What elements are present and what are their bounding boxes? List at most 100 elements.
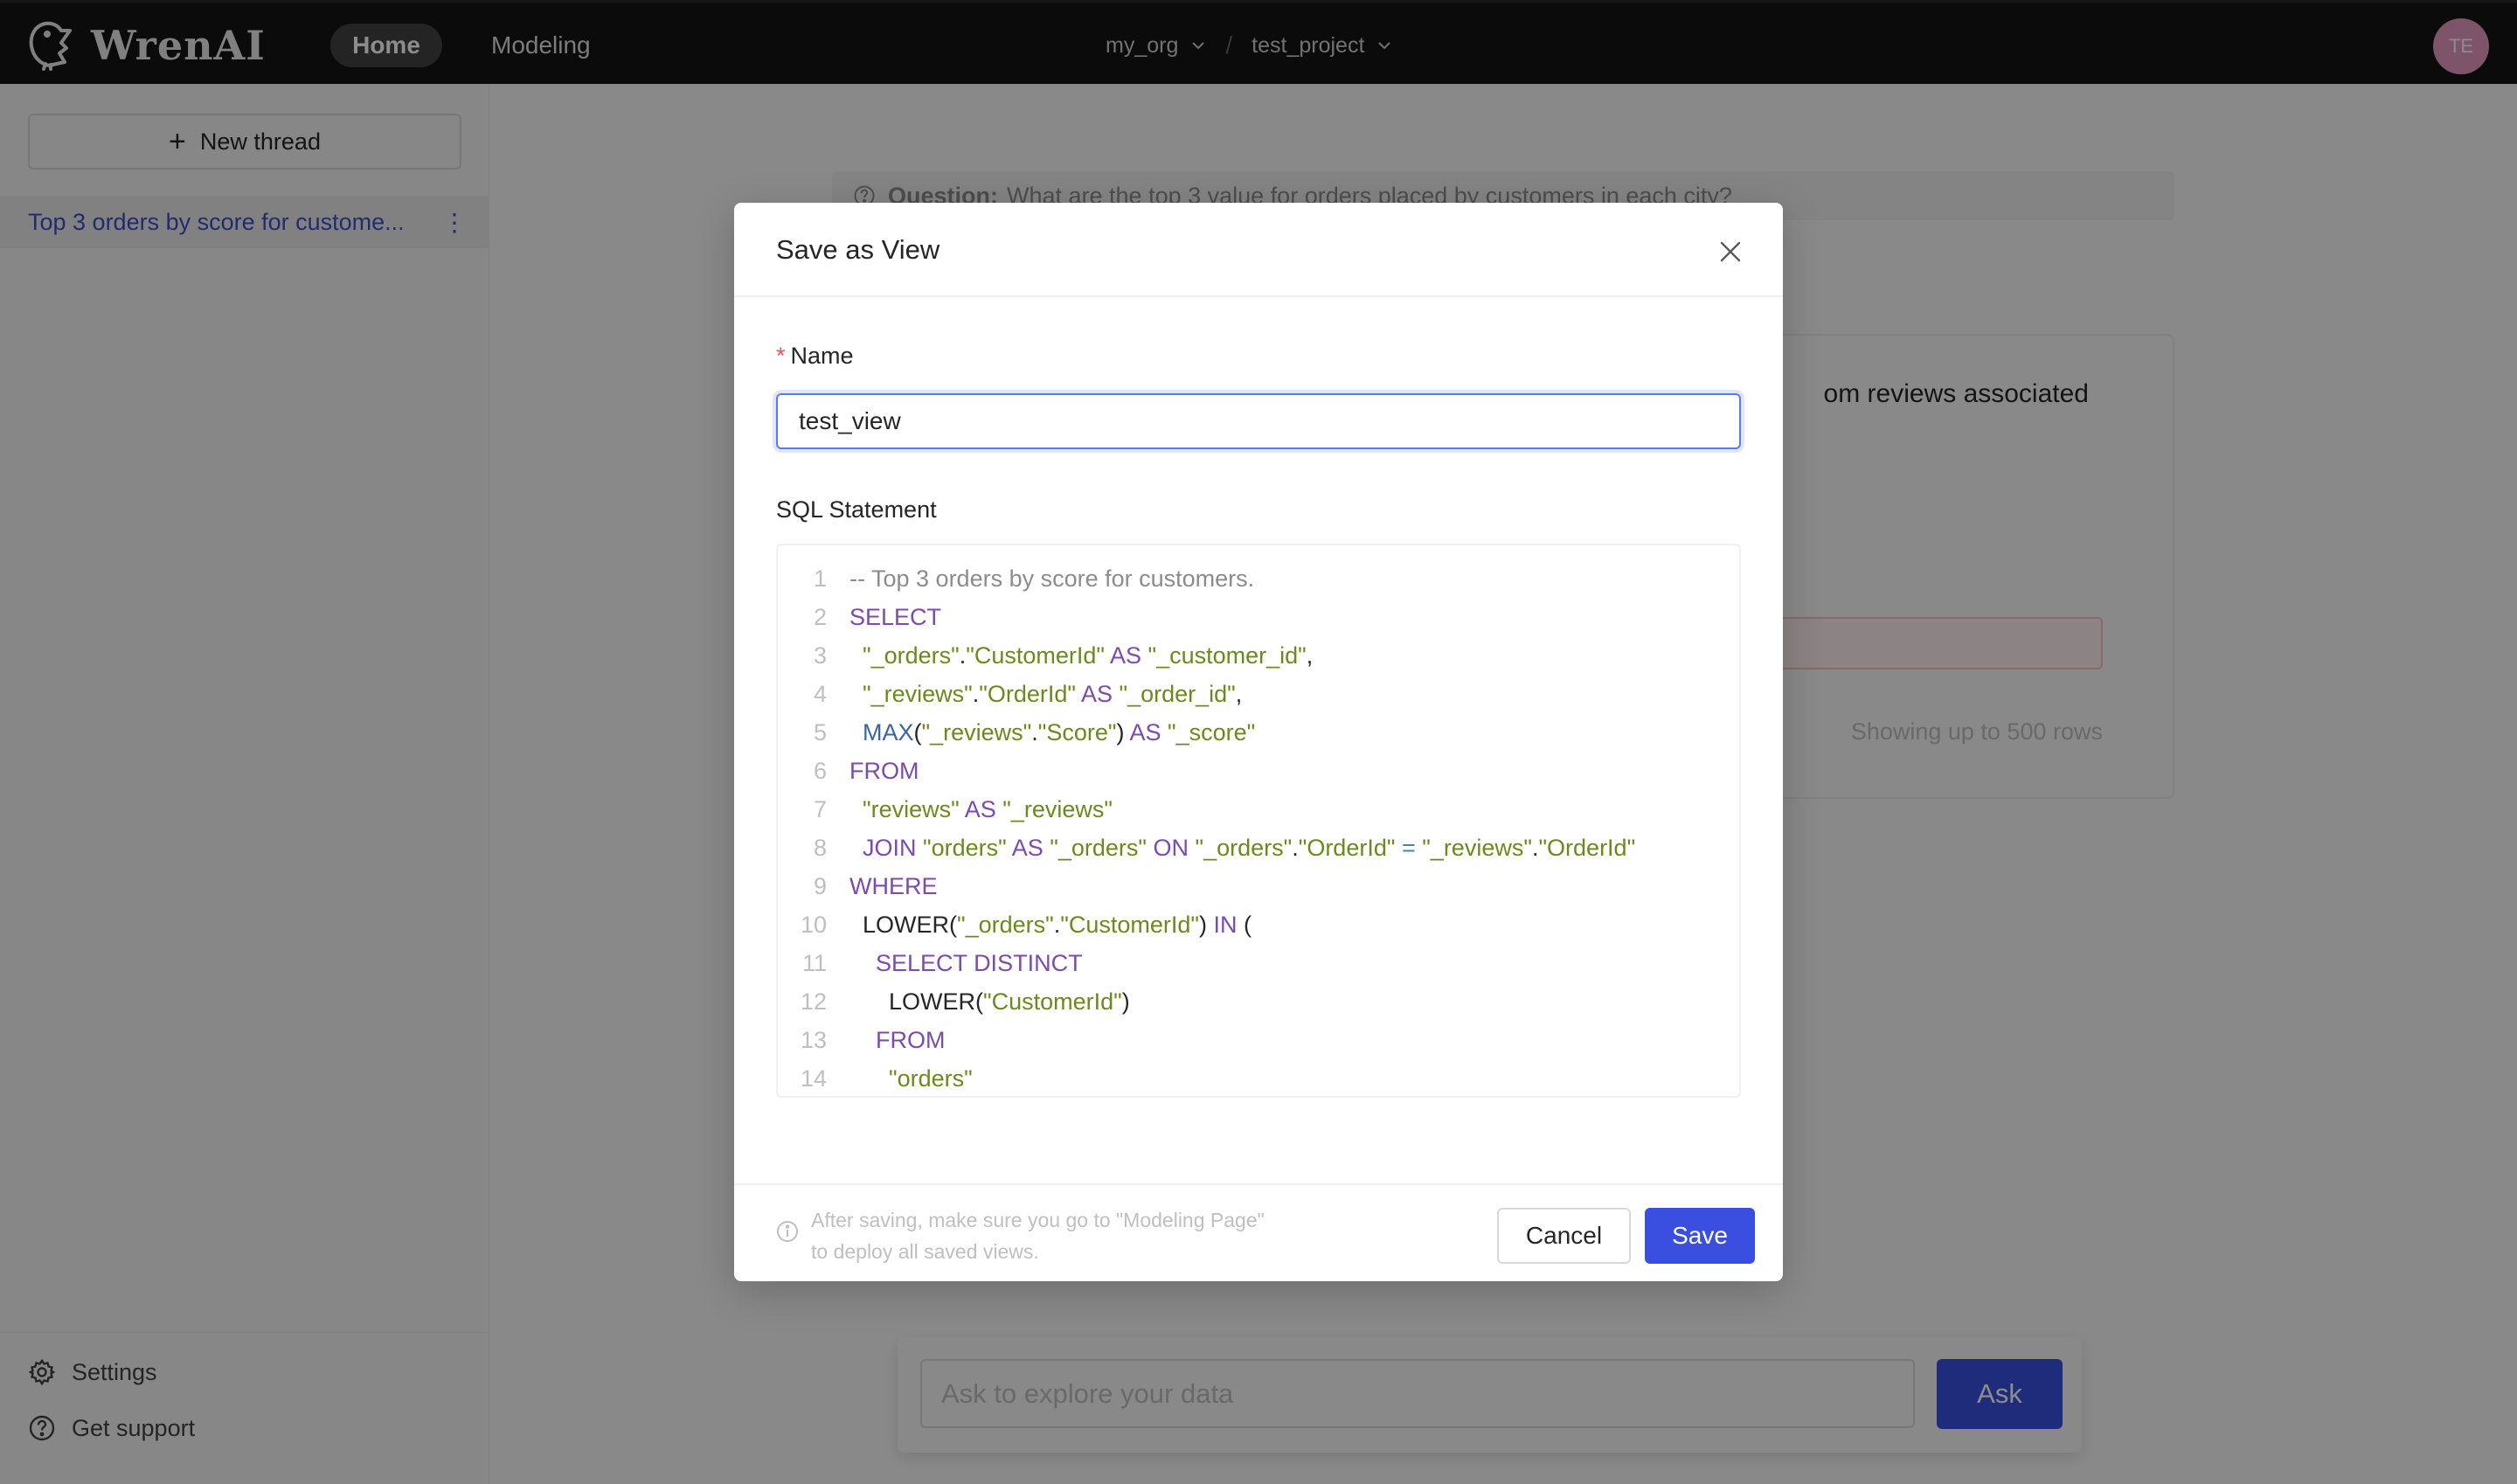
sql-line: 4 "_reviews"."OrderId" AS "_order_id", [778,675,1739,713]
line-number: 9 [813,872,827,899]
line-number: 3 [813,641,827,669]
close-button[interactable] [1713,234,1748,269]
line-number: 14 [800,1064,827,1092]
deploy-hint: After saving, make sure you go to "Model… [776,1204,1265,1267]
sql-code: WHERE [849,873,938,900]
sql-line: 8 JOIN "orders" AS "_orders" ON "_orders… [778,829,1739,867]
sql-line: 6 FROM [778,752,1739,790]
line-number: 11 [801,949,827,976]
sql-token: JOIN [863,834,924,861]
line-number: 5 [813,718,827,745]
sql-code: LOWER("CustomerId") [849,988,1130,1016]
sql-token: "OrderId" [1298,834,1396,861]
sql-token: FROM [876,1026,946,1053]
sql-line: 1 -- Top 3 orders by score for customers. [778,559,1739,598]
sql-token: IN [1206,911,1244,938]
view-name-input[interactable] [776,393,1741,449]
sql-line: 5 MAX("_reviews"."Score") AS "_score" [778,713,1739,752]
sql-code-viewer[interactable]: 1 -- Top 3 orders by score for customers.… [776,544,1741,1098]
sql-token: "_orders" [863,641,960,669]
save-as-view-dialog: Save as View *Name SQL Statement 1 -- Top… [734,203,1783,1281]
sql-token: ( [913,718,922,745]
name-label: * Name [776,343,854,370]
sql-token: "_customer_id" [1148,641,1307,669]
sql-statement-label: SQL Statement [776,496,937,523]
sql-token: "_reviews" [1422,834,1532,861]
close-icon [1720,241,1741,262]
sql-token: FROM [849,757,919,784]
sql-line: 7 "reviews" AS "_reviews" [778,790,1739,829]
sql-token: "_reviews" [921,718,1032,745]
sql-token: "OrderId" [1538,834,1636,861]
line-number: 6 [813,757,827,784]
line-number: 10 [800,911,827,938]
sql-code: "reviews" AS "_reviews" [849,796,1113,823]
dialog-header: Save as View [734,203,1783,297]
sql-token: . [1031,718,1038,745]
line-number: 7 [813,795,827,822]
sql-token: ) [1121,988,1130,1015]
sql-token: "Score" [1037,718,1117,745]
required-mark: * [776,343,786,369]
sql-line: 13 FROM [778,1021,1739,1059]
sql-line: 3 "_orders"."CustomerId" AS "_customer_i… [778,636,1739,675]
cancel-button[interactable]: Cancel [1497,1208,1631,1264]
sql-code: "orders" [849,1065,973,1092]
sql-token: MAX [863,718,914,745]
sql-token: . [1292,834,1299,861]
sql-token: , [1235,680,1243,707]
sql-token: "_reviews" [1002,795,1113,822]
sql-token: "CustomerId" [966,641,1105,669]
sql-line: 2 SELECT [778,598,1739,636]
sql-token: "reviews" [863,795,960,822]
sql-token: WHERE [849,872,938,899]
sql-line: 14 "orders" [778,1059,1739,1096]
sql-code: JOIN "orders" AS "_orders" ON "_orders".… [849,835,1635,862]
sql-code: FROM [849,758,919,785]
sql-line: 10 LOWER("_orders"."CustomerId") IN ( [778,905,1739,944]
sql-token: "_orders" [1050,834,1147,861]
sql-token: "CustomerId" [1060,911,1199,938]
line-number: 2 [813,603,827,630]
save-button[interactable]: Save [1645,1208,1755,1264]
sql-token: SELECT DISTINCT [876,949,1083,976]
info-circle-icon [777,1221,798,1242]
dialog-footer: After saving, make sure you go to "Model… [734,1183,1783,1281]
dialog-title: Save as View [776,234,940,265]
name-label-text: Name [790,343,854,369]
sql-line: 9 WHERE [778,867,1739,905]
sql-token: "_orders" [1195,834,1293,861]
line-number: 8 [813,834,827,861]
sql-token: AS [959,795,1003,822]
sql-token: LOWER( [849,911,958,938]
sql-token: , [1306,641,1314,669]
sql-token: AS [1006,834,1050,861]
sql-token: ) [1198,911,1207,938]
sql-token: AS [1104,641,1148,669]
sql-token: AS [1075,680,1120,707]
sql-token: "_reviews" [863,680,973,707]
line-number: 12 [800,988,827,1015]
deploy-hint-text: After saving, make sure you go to "Model… [811,1209,1265,1263]
sql-code: SELECT [849,604,941,631]
sql-code: FROM [849,1026,946,1054]
sql-token: "_score" [1168,718,1256,745]
line-number: 4 [813,680,827,707]
sql-token: "_order_id" [1119,680,1236,707]
sql-code: MAX("_reviews"."Score") AS "_score" [849,719,1255,746]
sql-token: "_orders" [957,911,1054,938]
sql-line: 12 LOWER("CustomerId") [778,982,1739,1021]
sql-token: "orders" [889,1064,973,1092]
sql-token: "orders" [923,834,1007,861]
sql-code: "_orders"."CustomerId" AS "_customer_id"… [849,642,1313,669]
sql-token: ON [1146,834,1196,861]
sql-token: -- Top 3 orders by score for customers. [849,565,1255,592]
sql-token: AS [1124,718,1168,745]
sql-token: SELECT [849,603,942,630]
